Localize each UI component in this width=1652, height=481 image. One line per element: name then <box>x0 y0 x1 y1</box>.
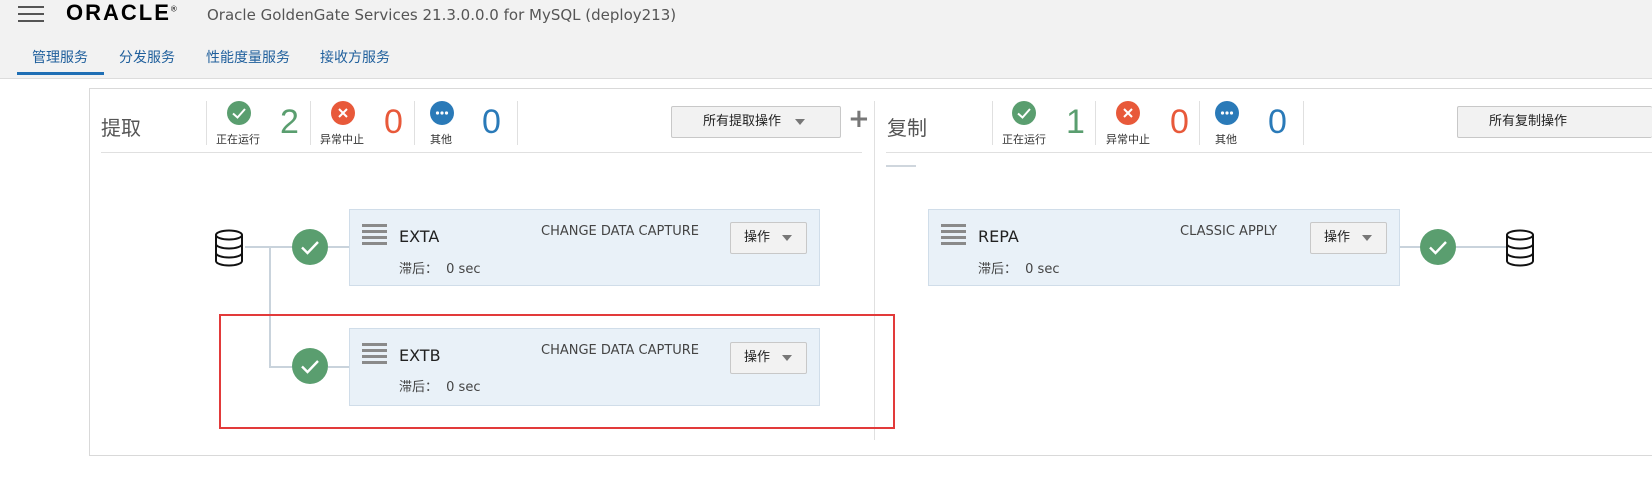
highlight-annotation <box>219 314 895 429</box>
scroll-indicator <box>886 165 916 167</box>
repa-status-check-icon <box>1420 229 1456 265</box>
database-icon <box>1505 229 1535 271</box>
extract-section-title: 提取 <box>101 116 141 140</box>
oracle-logo: ORACLE® <box>66 0 179 25</box>
extract-card-exta[interactable]: EXTA CHANGE DATA CAPTURE 滞后： 0 sec 操作 <box>349 209 820 286</box>
database-icon <box>214 229 244 271</box>
abended-label: 异常中止 <box>1106 133 1150 146</box>
all-extract-actions-button[interactable]: 所有提取操作 <box>671 106 841 138</box>
actions-label: 操作 <box>744 230 771 245</box>
process-type: CHANGE DATA CAPTURE <box>541 224 700 239</box>
lag-value: 0 sec <box>446 262 481 277</box>
caret-down-icon <box>795 118 806 125</box>
drag-handle-icon[interactable] <box>941 224 966 245</box>
running-label: 正在运行 <box>1002 133 1046 146</box>
divider <box>1095 101 1096 145</box>
divider <box>886 152 1652 153</box>
divider <box>1199 101 1200 145</box>
divider <box>206 101 207 145</box>
app-header: ORACLE® Oracle GoldenGate Services 21.3.… <box>0 0 1652 79</box>
abended-label: 异常中止 <box>320 133 364 146</box>
other-count: 0 <box>482 103 501 141</box>
more-icon <box>1215 101 1239 125</box>
x-icon <box>1116 101 1140 125</box>
abended-count: 0 <box>1170 103 1189 141</box>
divider <box>101 152 862 153</box>
more-icon <box>430 101 454 125</box>
replicat-section-title: 复制 <box>887 116 927 140</box>
app-title: Oracle GoldenGate Services 21.3.0.0.0 fo… <box>207 6 677 24</box>
lag-value: 0 sec <box>1025 262 1060 277</box>
tab-performance-metrics-service[interactable]: 性能度量服务 <box>206 47 290 67</box>
check-icon <box>1012 101 1036 125</box>
connector-line <box>1400 246 1420 248</box>
lag-info: 滞后： 0 sec <box>399 258 480 277</box>
replicat-card-repa[interactable]: REPA CLASSIC APPLY 滞后： 0 sec 操作 <box>928 209 1400 286</box>
running-count: 1 <box>1066 103 1085 141</box>
other-label: 其他 <box>430 133 452 146</box>
lag-info: 滞后： 0 sec <box>978 258 1059 277</box>
other-label: 其他 <box>1215 133 1237 146</box>
other-count: 0 <box>1268 103 1287 141</box>
caret-down-icon <box>782 234 793 241</box>
connector-line <box>328 246 350 248</box>
x-icon <box>331 101 355 125</box>
drag-handle-icon[interactable] <box>362 224 387 245</box>
process-name[interactable]: REPA <box>978 227 1019 246</box>
exta-status-check-icon <box>292 229 328 265</box>
all-replicat-actions-button[interactable]: 所有复制操作 <box>1457 106 1652 138</box>
lag-label: 滞后： <box>399 262 439 277</box>
actions-button[interactable]: 操作 <box>1310 222 1387 254</box>
process-type: CLASSIC APPLY <box>1180 224 1278 239</box>
abended-count: 0 <box>384 103 403 141</box>
plus-icon[interactable]: + <box>848 104 870 134</box>
connector-line <box>1456 246 1506 248</box>
divider <box>310 101 311 145</box>
tab-receiver-service[interactable]: 接收方服务 <box>320 47 390 67</box>
tab-administration-service[interactable]: 管理服务 <box>32 47 88 67</box>
actions-label: 操作 <box>1324 230 1351 245</box>
actions-button[interactable]: 操作 <box>730 222 807 254</box>
running-count: 2 <box>280 103 299 141</box>
process-name[interactable]: EXTA <box>399 227 439 246</box>
divider <box>992 101 993 145</box>
lag-label: 滞后： <box>978 262 1018 277</box>
divider <box>1303 101 1304 145</box>
all-extract-actions-label: 所有提取操作 <box>703 114 782 129</box>
running-label: 正在运行 <box>216 133 260 146</box>
caret-down-icon <box>1362 234 1373 241</box>
tab-distribution-service[interactable]: 分发服务 <box>119 47 175 67</box>
active-tab-indicator <box>17 72 104 75</box>
all-replicat-actions-label: 所有复制操作 <box>1489 114 1568 129</box>
divider <box>414 101 415 145</box>
menu-icon[interactable] <box>18 6 44 24</box>
check-icon <box>227 101 251 125</box>
divider <box>517 101 518 145</box>
